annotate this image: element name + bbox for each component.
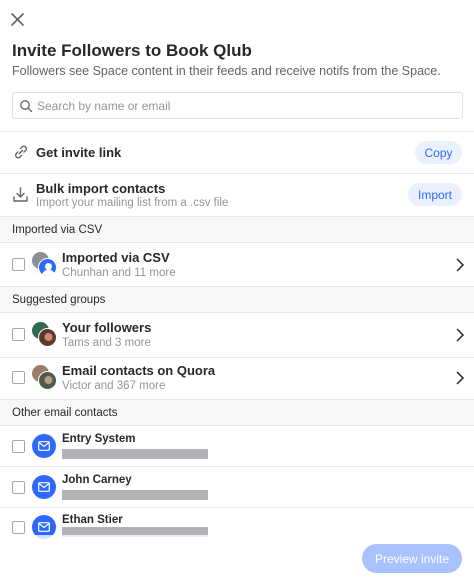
divider [0, 131, 474, 132]
section-header-suggested: Suggested groups [0, 286, 474, 313]
checkbox-contact[interactable] [12, 440, 25, 453]
group-title: Imported via CSV [62, 250, 170, 265]
group-title: Email contacts on Quora [62, 363, 216, 378]
chevron-right-icon[interactable] [455, 258, 465, 272]
bulk-import-label: Bulk import contacts [36, 181, 166, 196]
checkbox-contact[interactable] [12, 481, 25, 494]
divider [0, 173, 474, 174]
preview-invite-button[interactable]: Preview invite [362, 544, 462, 573]
import-button[interactable]: Import [408, 183, 462, 206]
group-sub: Tams and 3 more [62, 337, 151, 349]
section-header-imported: Imported via CSV [0, 216, 474, 243]
group-sub: Chunhan and 11 more [62, 267, 176, 279]
checkbox-your-followers[interactable] [12, 328, 25, 341]
dialog-subtitle: Followers see Space content in their fee… [12, 64, 441, 78]
divider [0, 357, 474, 358]
contact-name: Entry System [62, 433, 136, 445]
link-icon [13, 144, 29, 165]
divider [0, 507, 474, 508]
contact-name: John Carney [62, 474, 132, 486]
contact-name: Ethan Stier [62, 514, 123, 526]
close-icon[interactable] [8, 10, 28, 30]
redacted-email [62, 490, 208, 500]
group-sub: Victor and 367 more [62, 380, 166, 392]
copy-button[interactable]: Copy [415, 141, 462, 164]
dialog-title: Invite Followers to Book Qlub [12, 41, 252, 60]
invite-link-label: Get invite link [36, 145, 122, 160]
bulk-import-sub: Import your mailing list from a .csv fil… [36, 197, 229, 209]
mail-icon [32, 434, 56, 458]
avatar [31, 364, 57, 390]
chevron-right-icon[interactable] [455, 328, 465, 342]
invite-followers-dialog: Invite Followers to Book Qlub Followers … [0, 0, 474, 578]
section-header-other: Other email contacts [0, 399, 474, 426]
search-box[interactable] [12, 92, 463, 119]
divider [0, 466, 474, 467]
avatar [31, 251, 57, 277]
checkbox-contact[interactable] [12, 521, 25, 534]
download-icon [12, 186, 29, 208]
avatar [31, 321, 57, 347]
group-title: Your followers [62, 320, 152, 335]
redacted-email [62, 449, 208, 459]
checkbox-email-contacts[interactable] [12, 371, 25, 384]
search-icon [20, 99, 33, 112]
search-input[interactable] [37, 98, 437, 113]
checkbox-imported-csv[interactable] [12, 258, 25, 271]
chevron-right-icon[interactable] [455, 371, 465, 385]
mail-icon [32, 475, 56, 499]
